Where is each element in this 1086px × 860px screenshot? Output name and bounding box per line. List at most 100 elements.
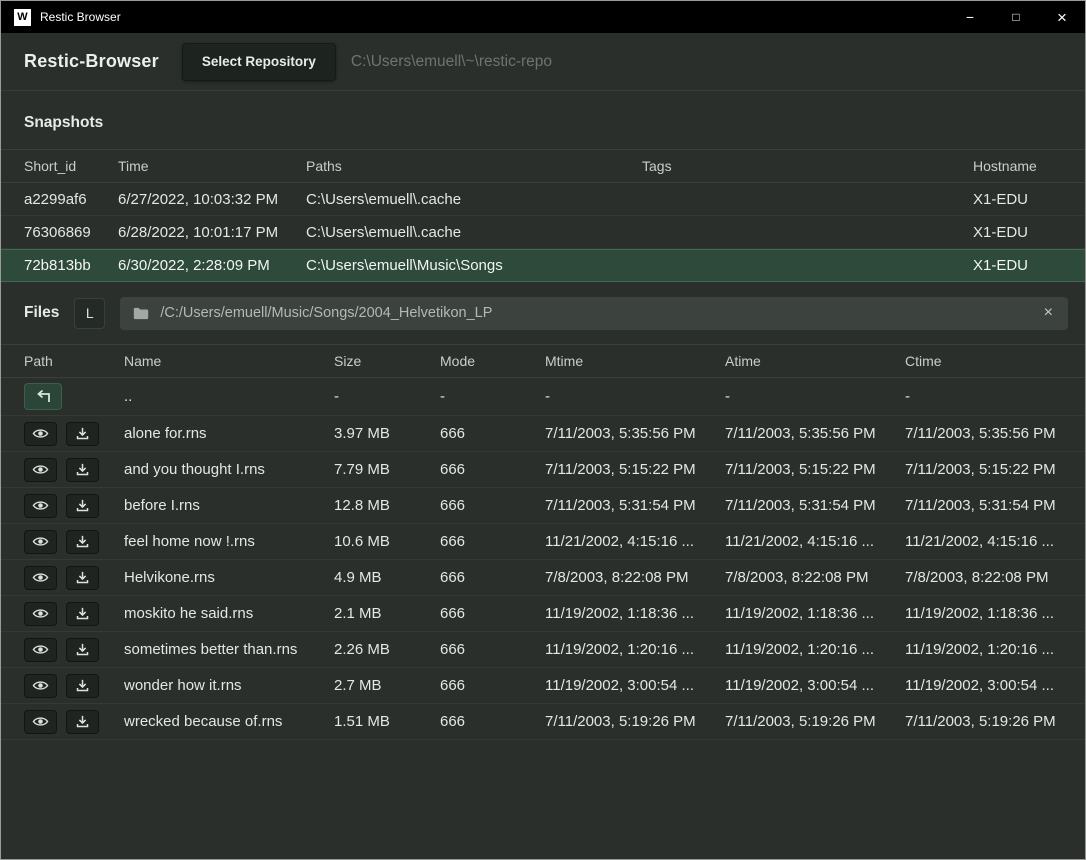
file-ctime: 11/19/2002, 1:20:16 ... bbox=[905, 641, 1062, 658]
file-row[interactable]: sometimes better than.rns 2.26 MB 666 11… bbox=[1, 632, 1085, 668]
column-header-mtime[interactable]: Mtime bbox=[545, 353, 725, 369]
snapshot-short-id: 72b813bb bbox=[24, 257, 118, 274]
minimize-button[interactable]: − bbox=[947, 1, 993, 33]
file-name: moskito he said.rns bbox=[124, 605, 334, 622]
download-file-button[interactable] bbox=[66, 422, 99, 446]
file-mode: 666 bbox=[440, 533, 545, 550]
download-file-button[interactable] bbox=[66, 674, 99, 698]
download-file-button[interactable] bbox=[66, 458, 99, 482]
preview-file-button[interactable] bbox=[24, 638, 57, 662]
parent-directory-row[interactable]: .. - - - - - bbox=[1, 378, 1085, 416]
file-row[interactable]: wrecked because of.rns 1.51 MB 666 7/11/… bbox=[1, 704, 1085, 740]
file-ctime: 7/11/2003, 5:31:54 PM bbox=[905, 497, 1062, 514]
eye-icon bbox=[32, 427, 49, 440]
file-ctime: 11/19/2002, 3:00:54 ... bbox=[905, 677, 1062, 694]
file-mode: 666 bbox=[440, 461, 545, 478]
file-size: 12.8 MB bbox=[334, 497, 440, 514]
download-file-button[interactable] bbox=[66, 710, 99, 734]
files-view-toggle-button[interactable]: L bbox=[74, 298, 105, 329]
file-ctime: 7/11/2003, 5:35:56 PM bbox=[905, 425, 1062, 442]
file-row[interactable]: and you thought I.rns 7.79 MB 666 7/11/2… bbox=[1, 452, 1085, 488]
snapshot-row[interactable]: 76306869 6/28/2022, 10:01:17 PM C:\Users… bbox=[1, 216, 1085, 249]
file-row-actions bbox=[24, 458, 124, 482]
file-row[interactable]: alone for.rns 3.97 MB 666 7/11/2003, 5:3… bbox=[1, 416, 1085, 452]
file-mtime: 7/11/2003, 5:35:56 PM bbox=[545, 425, 725, 442]
preview-file-button[interactable] bbox=[24, 602, 57, 626]
maximize-button[interactable]: □ bbox=[993, 1, 1039, 33]
file-ctime: 11/21/2002, 4:15:16 ... bbox=[905, 533, 1062, 550]
file-row[interactable]: feel home now !.rns 10.6 MB 666 11/21/20… bbox=[1, 524, 1085, 560]
snapshot-hostname: X1-EDU bbox=[973, 224, 1062, 241]
files-section: Files L /C:/Users/emuell/Music/Songs/200… bbox=[1, 282, 1085, 740]
close-button[interactable]: × bbox=[1039, 1, 1085, 33]
preview-file-button[interactable] bbox=[24, 494, 57, 518]
snapshot-row[interactable]: 72b813bb 6/30/2022, 2:28:09 PM C:\Users\… bbox=[1, 249, 1085, 282]
file-row[interactable]: before I.rns 12.8 MB 666 7/11/2003, 5:31… bbox=[1, 488, 1085, 524]
eye-icon bbox=[32, 607, 49, 620]
column-header-paths[interactable]: Paths bbox=[306, 158, 642, 174]
titlebar-left: W Restic Browser bbox=[1, 9, 121, 26]
file-size: 1.51 MB bbox=[334, 713, 440, 730]
snapshot-time: 6/30/2022, 2:28:09 PM bbox=[118, 257, 306, 274]
column-header-tags[interactable]: Tags bbox=[642, 158, 973, 174]
preview-file-button[interactable] bbox=[24, 710, 57, 734]
select-repository-button[interactable]: Select Repository bbox=[182, 43, 336, 81]
file-atime: 11/19/2002, 1:18:36 ... bbox=[725, 605, 905, 622]
preview-file-button[interactable] bbox=[24, 530, 57, 554]
snapshot-paths: C:\Users\emuell\.cache bbox=[306, 191, 642, 208]
snapshot-hostname: X1-EDU bbox=[973, 191, 1062, 208]
window-controls: − □ × bbox=[947, 1, 1085, 33]
preview-file-button[interactable] bbox=[24, 566, 57, 590]
download-file-button[interactable] bbox=[66, 638, 99, 662]
file-size: 2.7 MB bbox=[334, 677, 440, 694]
download-file-button[interactable] bbox=[66, 530, 99, 554]
column-header-path[interactable]: Path bbox=[24, 353, 124, 369]
file-row-actions bbox=[24, 710, 124, 734]
file-mode: 666 bbox=[440, 677, 545, 694]
file-mtime: 11/19/2002, 1:20:16 ... bbox=[545, 641, 725, 658]
close-icon: × bbox=[1057, 9, 1067, 26]
column-header-size[interactable]: Size bbox=[334, 353, 440, 369]
download-file-button[interactable] bbox=[66, 494, 99, 518]
download-file-button[interactable] bbox=[66, 602, 99, 626]
file-mode: 666 bbox=[440, 713, 545, 730]
download-icon bbox=[75, 570, 90, 585]
file-row-actions bbox=[24, 494, 124, 518]
files-table-body: alone for.rns 3.97 MB 666 7/11/2003, 5:3… bbox=[1, 416, 1085, 740]
snapshot-hostname: X1-EDU bbox=[973, 257, 1062, 274]
file-ctime: 7/11/2003, 5:19:26 PM bbox=[905, 713, 1062, 730]
snapshot-row[interactable]: a2299af6 6/27/2022, 10:03:32 PM C:\Users… bbox=[1, 183, 1085, 216]
clear-path-button[interactable]: × bbox=[1042, 305, 1055, 321]
preview-file-button[interactable] bbox=[24, 674, 57, 698]
file-row[interactable]: moskito he said.rns 2.1 MB 666 11/19/200… bbox=[1, 596, 1085, 632]
app-title: Restic-Browser bbox=[24, 51, 159, 72]
file-atime: 11/19/2002, 3:00:54 ... bbox=[725, 677, 905, 694]
snapshots-table-body: a2299af6 6/27/2022, 10:03:32 PM C:\Users… bbox=[1, 183, 1085, 282]
preview-file-button[interactable] bbox=[24, 458, 57, 482]
file-row-actions bbox=[24, 422, 124, 446]
file-mtime: 11/21/2002, 4:15:16 ... bbox=[545, 533, 725, 550]
file-row-actions bbox=[24, 674, 124, 698]
up-directory-button[interactable] bbox=[24, 383, 62, 410]
download-icon bbox=[75, 606, 90, 621]
download-icon bbox=[75, 462, 90, 477]
folder-icon bbox=[133, 307, 149, 320]
download-file-button[interactable] bbox=[66, 566, 99, 590]
file-row[interactable]: wonder how it.rns 2.7 MB 666 11/19/2002,… bbox=[1, 668, 1085, 704]
file-row[interactable]: Helvikone.rns 4.9 MB 666 7/8/2003, 8:22:… bbox=[1, 560, 1085, 596]
preview-file-button[interactable] bbox=[24, 422, 57, 446]
file-path-bar[interactable]: /C:/Users/emuell/Music/Songs/2004_Helvet… bbox=[120, 297, 1068, 330]
file-mtime: 7/11/2003, 5:15:22 PM bbox=[545, 461, 725, 478]
column-header-atime[interactable]: Atime bbox=[725, 353, 905, 369]
column-header-short-id[interactable]: Short_id bbox=[24, 158, 118, 174]
file-mtime: 11/19/2002, 1:18:36 ... bbox=[545, 605, 725, 622]
column-header-time[interactable]: Time bbox=[118, 158, 306, 174]
file-atime: 7/11/2003, 5:15:22 PM bbox=[725, 461, 905, 478]
file-ctime: 7/8/2003, 8:22:08 PM bbox=[905, 569, 1062, 586]
column-header-hostname[interactable]: Hostname bbox=[973, 158, 1062, 174]
eye-icon bbox=[32, 643, 49, 656]
column-header-name[interactable]: Name bbox=[124, 353, 334, 369]
column-header-ctime[interactable]: Ctime bbox=[905, 353, 1062, 369]
column-header-mode[interactable]: Mode bbox=[440, 353, 545, 369]
file-size: 10.6 MB bbox=[334, 533, 440, 550]
